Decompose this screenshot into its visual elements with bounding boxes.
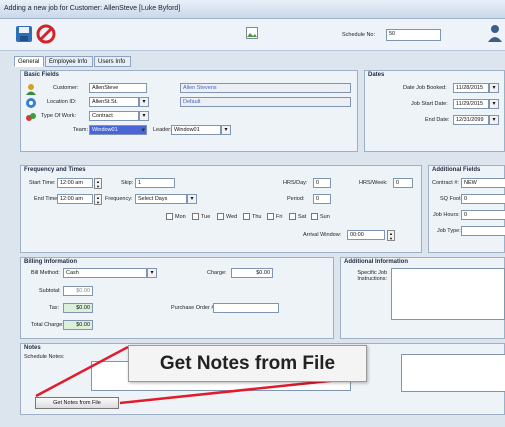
annotation-callout: Get Notes from File — [128, 345, 367, 382]
